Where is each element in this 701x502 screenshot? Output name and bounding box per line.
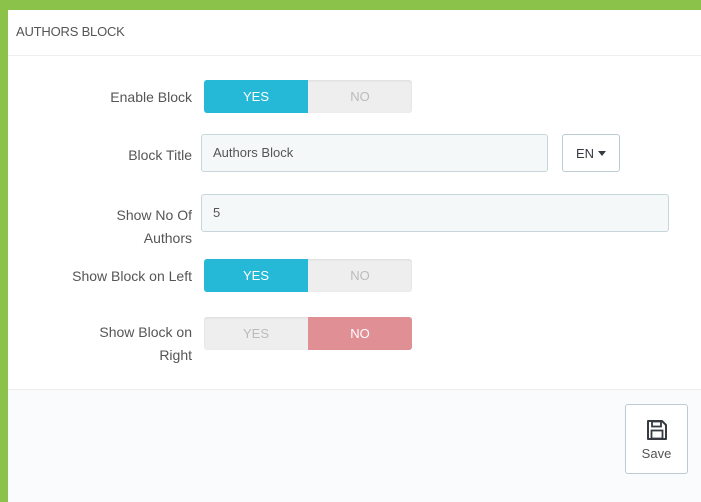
show-no-of-authors-label-line2: Authors [143, 230, 192, 246]
show-no-of-authors-label: Show No Of Authors [8, 204, 192, 250]
enable-block-yes-option[interactable]: YES [204, 80, 308, 113]
language-code: EN [575, 145, 595, 161]
block-title-label: Block Title [128, 147, 192, 163]
authors-block-panel: AUTHORS BLOCK Enable Block YES NO Block … [8, 10, 701, 502]
show-block-left-no-option[interactable]: NO [308, 259, 412, 292]
block-title-input[interactable]: Authors Block [201, 134, 548, 172]
show-block-right-yes-option[interactable]: YES [204, 317, 308, 350]
panel-footer: Save [8, 389, 701, 502]
show-block-left-label: Show Block on Left [72, 268, 192, 284]
show-no-of-authors-label-line1: Show No Of [116, 207, 192, 223]
frame-top-border [0, 0, 701, 10]
frame-left-border [0, 0, 8, 502]
panel-header: AUTHORS BLOCK [8, 10, 701, 56]
language-dropdown-button[interactable]: EN [562, 134, 620, 172]
show-no-of-authors-input[interactable]: 5 [201, 194, 669, 232]
show-block-right-label-line2: Right [159, 347, 192, 363]
enable-block-no-option[interactable]: NO [308, 80, 412, 113]
enable-block-label: Enable Block [110, 89, 192, 105]
show-block-right-switch: YES NO [204, 317, 412, 350]
show-block-right-no-option[interactable]: NO [308, 317, 412, 350]
enable-block-switch: YES NO [204, 80, 412, 113]
panel-title: AUTHORS BLOCK [16, 24, 125, 39]
show-block-right-label: Show Block on Right [8, 321, 192, 367]
show-block-right-label-line1: Show Block on [99, 324, 192, 340]
save-button-label: Save [641, 445, 672, 461]
show-block-left-switch: YES NO [204, 259, 412, 292]
show-block-left-yes-option[interactable]: YES [204, 259, 308, 292]
save-button[interactable]: Save [625, 404, 688, 474]
floppy-disk-icon [646, 419, 667, 440]
caret-down-icon [598, 150, 607, 156]
